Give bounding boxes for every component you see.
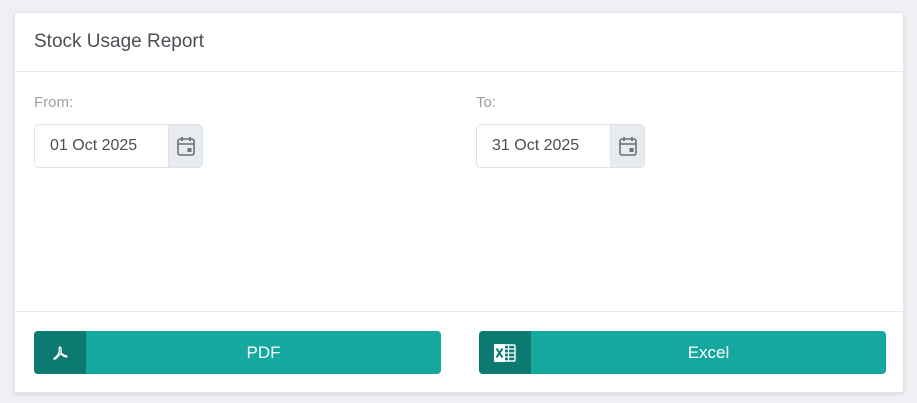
calendar-icon bbox=[176, 137, 195, 156]
pdf-button-label: PDF bbox=[246, 342, 281, 362]
from-date-input[interactable] bbox=[35, 125, 168, 167]
excel-button[interactable]: Excel bbox=[479, 331, 886, 374]
pdf-icon bbox=[53, 345, 68, 360]
to-date-group bbox=[476, 124, 645, 168]
card-body: From: To: bbox=[15, 72, 903, 312]
from-field: From: bbox=[34, 94, 203, 168]
card-header: Stock Usage Report bbox=[15, 13, 903, 72]
to-field: To: bbox=[476, 94, 645, 168]
from-date-group bbox=[34, 124, 203, 168]
calendar-icon bbox=[618, 137, 637, 156]
page-title: Stock Usage Report bbox=[34, 31, 205, 52]
pdf-button-icon-area bbox=[34, 331, 86, 374]
excel-button-icon-area bbox=[479, 331, 531, 374]
from-calendar-button[interactable] bbox=[168, 125, 202, 167]
card-footer: PDF Excel bbox=[15, 312, 903, 392]
pdf-button[interactable]: PDF bbox=[34, 331, 441, 374]
excel-icon bbox=[494, 343, 516, 362]
from-label: From: bbox=[34, 94, 74, 111]
report-card: Stock Usage Report From: To: bbox=[14, 12, 904, 393]
to-calendar-button[interactable] bbox=[610, 125, 644, 167]
to-date-input[interactable] bbox=[477, 125, 610, 167]
excel-button-label: Excel bbox=[687, 342, 730, 362]
to-label: To: bbox=[476, 94, 497, 111]
